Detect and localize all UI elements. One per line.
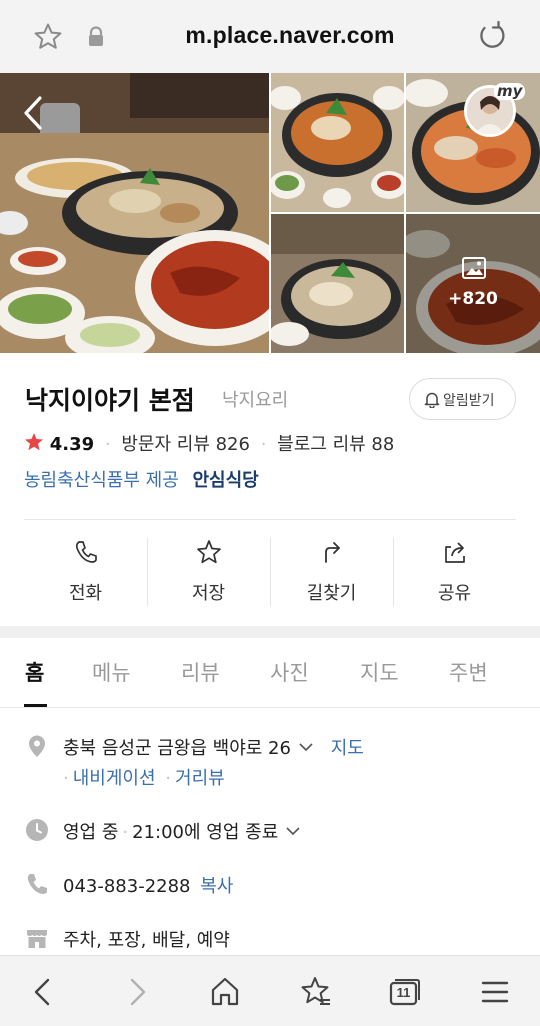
share-button-label: 공유 [437,583,472,604]
tab-reviews[interactable]: 리뷰 [181,657,220,687]
bookmarks-icon[interactable] [297,974,333,1010]
store-icon [27,930,47,948]
safe-restaurant-badge[interactable]: 안심식당 [193,470,259,491]
bookmark-star-icon[interactable] [33,22,63,52]
rating-score: 4.39 [49,434,95,455]
lock-icon [89,26,103,46]
save-button[interactable]: 저장 [147,536,270,608]
tab-bar: 홈 메뉴 리뷰 사진 지도 주변 [0,638,540,708]
bell-icon [424,392,440,408]
tab-menu[interactable]: 메뉴 [92,657,131,687]
my-badge-label: my [494,83,526,100]
active-tab-indicator [24,704,47,707]
tab-home[interactable]: 홈 [25,657,44,687]
tab-photos[interactable]: 사진 [270,657,309,687]
back-icon[interactable] [26,974,62,1010]
separator-dot: · [122,822,129,843]
browser-address-bar: m.place.naver.com [0,0,540,73]
certification-row: 농림축산식품부 제공 안심식당 [24,466,259,492]
menu-icon[interactable] [477,974,513,1010]
tab-map[interactable]: 지도 [360,657,399,687]
hours-detail: 21:00에 영업 종료 [132,822,279,843]
blog-reviews-link[interactable]: 블로그 리뷰 88 [277,434,394,455]
services-row: 주차, 포장, 배달, 예약 [63,926,230,952]
hours-row[interactable]: 영업 중 · 21:00에 영업 종료 [63,818,300,844]
place-name: 낙지이야기 본점 [25,386,195,415]
phone-icon [27,874,47,894]
separator-dot: · [165,768,172,789]
star-icon [197,540,221,564]
visitor-reviews-link[interactable]: 방문자 리뷰 826 [121,434,250,455]
address-row: 충북 음성군 금왕읍 백야로 26 지도 [63,734,364,760]
place-category: 낙지요리 [222,390,289,411]
rating-star-icon [25,433,43,451]
more-photos-overlay[interactable] [406,214,540,353]
notify-button[interactable]: 알림받기 [409,378,516,420]
save-button-label: 저장 [191,583,226,604]
call-button-label: 전화 [68,583,103,604]
directions-button-label: 길찾기 [306,583,357,604]
address-links-row: · 내비게이션 · 거리뷰 [63,764,225,790]
cert-agency[interactable]: 농림축산식품부 제공 [24,470,179,491]
phone-icon [75,541,97,563]
more-photos-count: +820 [448,289,498,309]
reload-icon[interactable] [476,20,508,52]
separator-dot: · [260,434,267,455]
url-text[interactable]: m.place.naver.com [110,22,470,49]
services-text: 주차, 포장, 배달, 예약 [63,930,230,951]
tab-nearby[interactable]: 주변 [449,657,488,687]
phone-number[interactable]: 043-883-2288 [63,876,191,897]
separator-dot: · [63,768,69,789]
divider [24,519,516,520]
address-text: 충북 음성군 금왕읍 백야로 26 [63,738,291,759]
call-button[interactable]: 전화 [24,536,147,608]
rating-row: 4.39 · 방문자 리뷰 826 · 블로그 리뷰 88 [24,430,394,456]
copy-link[interactable]: 복사 [200,876,233,897]
share-button[interactable]: 공유 [393,536,516,608]
separator-dot: · [104,434,111,455]
forward-icon[interactable] [118,974,154,1010]
map-link[interactable]: 지도 [331,738,364,759]
action-bar: 전화 저장 길찾기 공유 [24,536,516,608]
hours-status: 영업 중 [63,822,119,843]
navigation-link[interactable]: 내비게이션 [73,768,156,789]
share-icon [445,542,465,563]
home-icon[interactable] [207,974,243,1010]
directions-button[interactable]: 길찾기 [270,536,393,608]
directions-icon [325,542,340,563]
section-gap [0,626,540,638]
photo-thumbnail[interactable] [271,73,404,212]
clock-icon [26,819,48,841]
back-arrow-icon[interactable] [20,95,46,131]
chevron-down-icon[interactable] [299,742,313,752]
browser-bottom-nav: 11 [0,955,540,1026]
tabs-button[interactable]: 11 [386,974,422,1010]
image-icon [462,257,486,279]
street-view-link[interactable]: 거리뷰 [175,768,225,789]
photo-gallery: my +820 [0,73,540,353]
notify-button-label: 알림받기 [443,393,495,409]
tab-count: 11 [396,985,411,1000]
phone-row: 043-883-2288 복사 [63,872,233,898]
chevron-down-icon[interactable] [286,826,300,836]
photo-thumbnail[interactable] [271,214,404,353]
location-pin-icon [29,735,45,757]
